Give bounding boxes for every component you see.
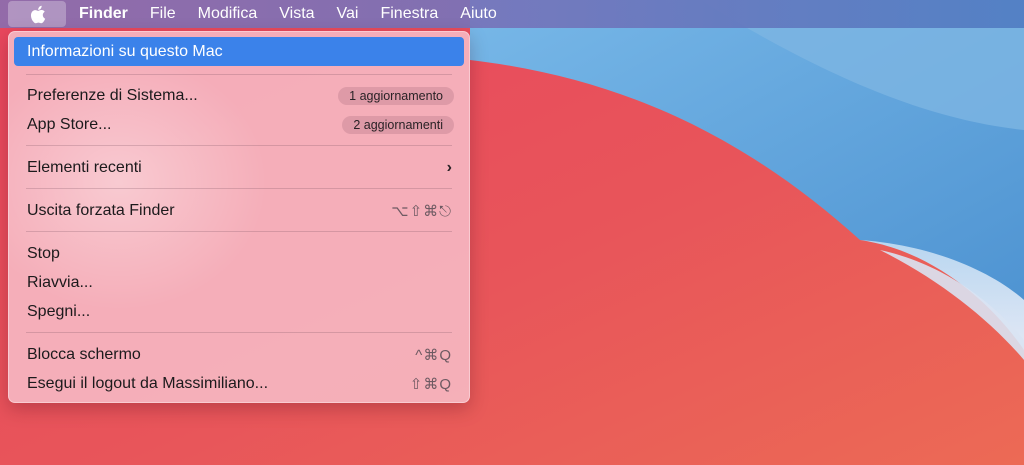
menubar-item-finestra[interactable]: Finestra (369, 0, 449, 28)
menu-item-label: Spegni... (27, 302, 91, 320)
menu-item-restart[interactable]: Riavvia... (14, 268, 464, 297)
menu-item-about-this-mac[interactable]: Informazioni su questo Mac (14, 37, 464, 66)
menu-item-app-store[interactable]: App Store... 2 aggiornamenti (14, 110, 464, 139)
menu-item-recent-items[interactable]: Elementi recenti › (14, 153, 464, 182)
menu-item-label: Preferenze di Sistema... (27, 86, 198, 104)
update-badge: 1 aggiornamento (338, 86, 454, 105)
menubar-item-modifica[interactable]: Modifica (187, 0, 269, 28)
menu-item-lock-screen[interactable]: Blocca schermo ^⌘Q (14, 340, 464, 369)
menu-separator (26, 188, 452, 189)
menu-item-force-quit[interactable]: Uscita forzata Finder ⌥⇧⌘⎋ (14, 196, 464, 225)
menu-item-label: Stop (27, 244, 60, 262)
menu-bar: Finder File Modifica Vista Vai Finestra … (0, 0, 1024, 28)
apple-menu-dropdown: Informazioni su questo Mac Preferenze di… (8, 31, 470, 403)
menubar-item-file[interactable]: File (139, 0, 187, 28)
keyboard-shortcut: ⇧⌘Q (409, 375, 452, 393)
menubar-item-vai[interactable]: Vai (326, 0, 370, 28)
apple-menu-button[interactable] (8, 1, 66, 27)
menu-item-label: Blocca schermo (27, 345, 141, 363)
menu-item-label: App Store... (27, 115, 112, 133)
menu-item-system-preferences[interactable]: Preferenze di Sistema... 1 aggiornamento (14, 81, 464, 110)
menu-item-logout[interactable]: Esegui il logout da Massimiliano... ⇧⌘Q (14, 369, 464, 398)
chevron-right-icon: › (446, 158, 452, 176)
menu-item-label: Riavvia... (27, 273, 93, 291)
menu-separator (26, 231, 452, 232)
menu-separator (26, 332, 452, 333)
menu-item-stop[interactable]: Stop (14, 239, 464, 268)
menu-separator (26, 145, 452, 146)
menu-separator (26, 74, 452, 75)
keyboard-shortcut: ^⌘Q (415, 346, 452, 364)
update-badge: 2 aggiornamenti (342, 115, 454, 134)
keyboard-shortcut: ⌥⇧⌘⎋ (391, 202, 452, 220)
menu-item-label: Informazioni su questo Mac (27, 42, 223, 60)
menubar-item-aiuto[interactable]: Aiuto (449, 0, 507, 28)
menu-item-label: Elementi recenti (27, 158, 142, 176)
menubar-app-name[interactable]: Finder (68, 0, 139, 28)
menubar-item-vista[interactable]: Vista (268, 0, 325, 28)
menu-item-shutdown[interactable]: Spegni... (14, 297, 464, 326)
menu-item-label: Esegui il logout da Massimiliano... (27, 374, 269, 392)
apple-logo-icon (30, 5, 45, 23)
menu-item-label: Uscita forzata Finder (27, 201, 175, 219)
